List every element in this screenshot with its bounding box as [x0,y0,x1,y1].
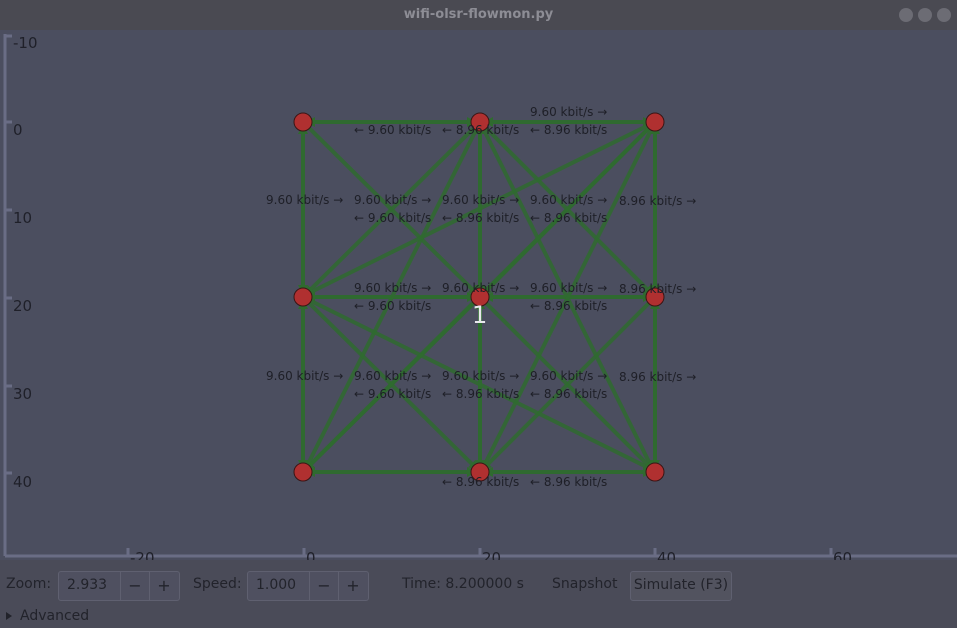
speed-value[interactable]: 1.000 [256,577,296,593]
node-label: 1 [472,301,487,329]
y-tick-label: -10 [13,34,38,52]
link-rate-label: 8.96 kbit/s → [619,370,696,384]
snapshot-button[interactable]: Snapshot [552,576,617,592]
link-rate-label: 9.60 kbit/s → [530,193,607,207]
speed-increase-button[interactable]: + [338,572,367,600]
x-tick-label: -20 [130,549,155,560]
y-tick-label: 10 [13,209,32,227]
node [293,112,313,132]
y-axis [3,34,12,556]
advanced-label: Advanced [20,608,90,624]
node [645,462,665,482]
maximize-button[interactable] [918,8,932,22]
link-rate-label: 9.60 kbit/s → [266,193,343,207]
zoom-value[interactable]: 2.933 [67,577,107,593]
link-rate-label: ← 8.96 kbit/s [530,387,607,401]
link-rate-label: 9.60 kbit/s → [442,369,519,383]
link-rate-label: ← 9.60 kbit/s [354,211,431,225]
link-rate-label: 8.96 kbit/s → [619,282,696,296]
title-bar: wifi-olsr-flowmon.py [0,0,957,30]
x-tick-label: 20 [482,549,501,560]
link-rate-label: 9.60 kbit/s → [354,193,431,207]
link-rate-label: ← 8.96 kbit/s [530,123,607,137]
window-title: wifi-olsr-flowmon.py [403,7,554,22]
y-tick-label: 40 [13,473,32,491]
link-rate-label: 9.60 kbit/s → [530,281,607,295]
link-rate-label: 9.60 kbit/s → [530,369,607,383]
link-rate-label: 8.96 kbit/s → [619,194,696,208]
link-rate-label: ← 9.60 kbit/s [354,123,431,137]
link-rate-label: 9.60 kbit/s → [442,281,519,295]
x-tick-label: 0 [306,549,316,560]
link-rate-label: 9.60 kbit/s → [442,193,519,207]
zoom-decrease-button[interactable]: − [120,572,149,600]
link-rate-label: ← 8.96 kbit/s [530,475,607,489]
link-rate-label: ← 8.96 kbit/s [442,211,519,225]
expander-arrow-icon [6,612,12,620]
close-button[interactable] [937,8,951,22]
link-rate-label: ← 9.60 kbit/s [354,299,431,313]
zoom-label: Zoom: [6,576,52,592]
x-tick-label: 40 [657,549,676,560]
speed-spinbutton[interactable]: 1.000 − + [247,571,369,601]
x-tick-label: 60 [833,549,852,560]
link-rate-label: 9.60 kbit/s → [530,105,607,119]
link-rate-label: 9.60 kbit/s → [354,369,431,383]
link-rate-label: ← 8.96 kbit/s [530,299,607,313]
advanced-expander[interactable]: Advanced [6,608,89,624]
zoom-increase-button[interactable]: + [149,572,178,600]
link-rate-label: 9.60 kbit/s → [266,369,343,383]
node [293,287,313,307]
link-rate-label: 9.60 kbit/s → [354,281,431,295]
link-rate-label: ← 8.96 kbit/s [442,475,519,489]
control-bar: Zoom: 2.933 − + Speed: 1.000 − + Time: 8… [0,560,957,628]
time-display: Time: 8.200000 s [402,576,524,592]
topology-canvas[interactable]: -10 0 10 20 30 40 -20 0 20 40 60 1 9.60 … [0,30,957,560]
link-rate-label: ← 8.96 kbit/s [530,211,607,225]
link-rate-label: ← 9.60 kbit/s [354,387,431,401]
zoom-spinbutton[interactable]: 2.933 − + [58,571,180,601]
y-tick-label: 30 [13,385,32,403]
speed-label: Speed: [193,576,242,592]
y-tick-label: 20 [13,297,32,315]
minimize-button[interactable] [899,8,913,22]
link-rate-label: ← 8.96 kbit/s [442,387,519,401]
link-rate-label: ← 8.96 kbit/s [442,123,519,137]
node [645,112,665,132]
speed-decrease-button[interactable]: − [309,572,338,600]
node [293,462,313,482]
y-tick-label: 0 [13,121,23,139]
simulate-button[interactable]: Simulate (F3) [630,571,732,601]
